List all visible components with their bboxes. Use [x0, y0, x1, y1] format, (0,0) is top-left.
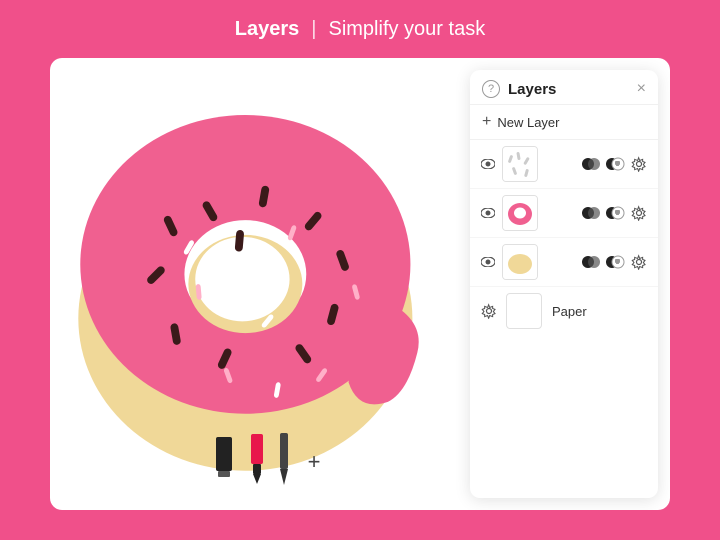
canvas-area: + [50, 58, 480, 510]
tool-pen[interactable] [276, 433, 292, 490]
new-layer-button[interactable]: + New Layer [470, 105, 658, 140]
layer-settings[interactable] [628, 202, 650, 224]
layer-settings[interactable] [628, 251, 650, 273]
layers-panel-title: Layers [508, 81, 556, 98]
top-header: Layers | Simplify your task [0, 18, 720, 41]
layers-list: Paper [470, 140, 658, 498]
paper-settings-button[interactable] [478, 300, 500, 322]
layers-header-left: ? Layers [482, 80, 556, 98]
header-title: Layers [235, 18, 300, 41]
layer-blend-mode[interactable] [580, 153, 602, 175]
paper-row: Paper [470, 287, 658, 335]
add-tool-button[interactable]: + [308, 449, 321, 475]
layer-lock[interactable] [604, 251, 626, 273]
layer-controls [580, 251, 650, 273]
help-button[interactable]: ? [482, 80, 500, 98]
layers-panel: ? Layers × + New Layer [470, 70, 658, 498]
tool-eraser[interactable] [210, 437, 238, 486]
layer-row [470, 238, 658, 287]
layer-visibility-toggle[interactable] [478, 154, 498, 174]
main-area: + ? Layers × + New Layer [50, 58, 670, 510]
header-divider: | [311, 18, 316, 41]
layer-thumbnail[interactable] [502, 146, 538, 182]
layer-blend-mode[interactable] [580, 202, 602, 224]
canvas-toolbar: + [50, 433, 480, 490]
paper-thumbnail[interactable] [506, 293, 542, 329]
paper-label: Paper [552, 304, 587, 319]
layer-controls [580, 202, 650, 224]
layer-blend-mode[interactable] [580, 251, 602, 273]
header-subtitle: Simplify your task [328, 18, 485, 41]
layer-lock[interactable] [604, 153, 626, 175]
layer-thumbnail[interactable] [502, 244, 538, 280]
layer-visibility-toggle[interactable] [478, 252, 498, 272]
layer-row [470, 140, 658, 189]
layer-visibility-toggle[interactable] [478, 203, 498, 223]
layer-row [470, 189, 658, 238]
layers-panel-header: ? Layers × [470, 70, 658, 105]
plus-icon: + [482, 113, 491, 131]
tool-marker[interactable] [246, 434, 268, 489]
layer-thumbnail[interactable] [502, 195, 538, 231]
close-button[interactable]: × [637, 81, 646, 97]
new-layer-label: New Layer [497, 115, 559, 130]
layer-lock[interactable] [604, 202, 626, 224]
layer-controls [580, 153, 650, 175]
layer-settings[interactable] [628, 153, 650, 175]
